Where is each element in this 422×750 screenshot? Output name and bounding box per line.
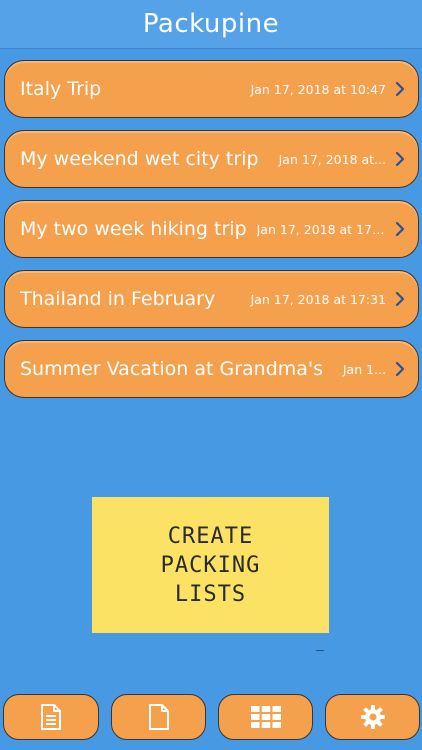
chevron-right-icon <box>395 361 405 377</box>
trip-row[interactable]: Italy Trip Jan 17, 2018 at 10:47 <box>4 60 419 118</box>
note-line: LISTS <box>174 581 247 607</box>
note-line: PACKING <box>160 552 261 578</box>
note-line: CREATE <box>167 523 254 549</box>
trip-name: My two week hiking trip <box>20 218 247 240</box>
chevron-right-icon <box>395 81 405 97</box>
chevron-right-icon <box>395 151 405 167</box>
create-packing-lists-note: CREATE PACKING LISTS <box>92 497 329 633</box>
trip-date: Jan 17, 2018 at 10:47 <box>250 81 386 97</box>
trip-row[interactable]: My weekend wet city trip Jan 17, 2018 at… <box>4 130 419 188</box>
blank-document-icon <box>148 704 169 730</box>
trip-date: Jan 1... <box>342 361 386 377</box>
chevron-right-icon <box>395 291 405 307</box>
trip-date: Jan 17, 2018 at... <box>278 151 386 167</box>
note-text: CREATE PACKING LISTS <box>161 522 261 609</box>
grid-icon <box>250 706 281 728</box>
trip-name: My weekend wet city trip <box>20 148 259 170</box>
trip-date: Jan 17, 2018 at 17:... <box>256 221 386 237</box>
trip-date: Jan 17, 2018 at 17:31 <box>250 291 386 307</box>
bottom-toolbar <box>0 694 422 740</box>
trip-list: Italy Trip Jan 17, 2018 at 10:47 My week… <box>4 60 419 410</box>
new-list-button[interactable] <box>111 694 206 740</box>
trip-row[interactable]: Thailand in February Jan 17, 2018 at 17:… <box>4 270 419 328</box>
trip-row[interactable]: My two week hiking trip Jan 17, 2018 at … <box>4 200 419 258</box>
app-header: Packupine <box>0 0 422 49</box>
chevron-right-icon <box>395 221 405 237</box>
trip-row[interactable]: Summer Vacation at Grandma's Jan 1... <box>4 340 419 398</box>
settings-button[interactable] <box>325 694 420 740</box>
app-title: Packupine <box>142 9 280 39</box>
categories-button[interactable] <box>218 694 313 740</box>
trip-name: Thailand in February <box>20 288 216 310</box>
trip-name: Italy Trip <box>20 78 102 100</box>
gear-icon <box>360 705 385 729</box>
divider-dash <box>316 650 324 651</box>
document-lines-icon <box>41 704 61 730</box>
trip-name: Summer Vacation at Grandma's <box>20 358 324 380</box>
documents-button[interactable] <box>3 694 99 740</box>
